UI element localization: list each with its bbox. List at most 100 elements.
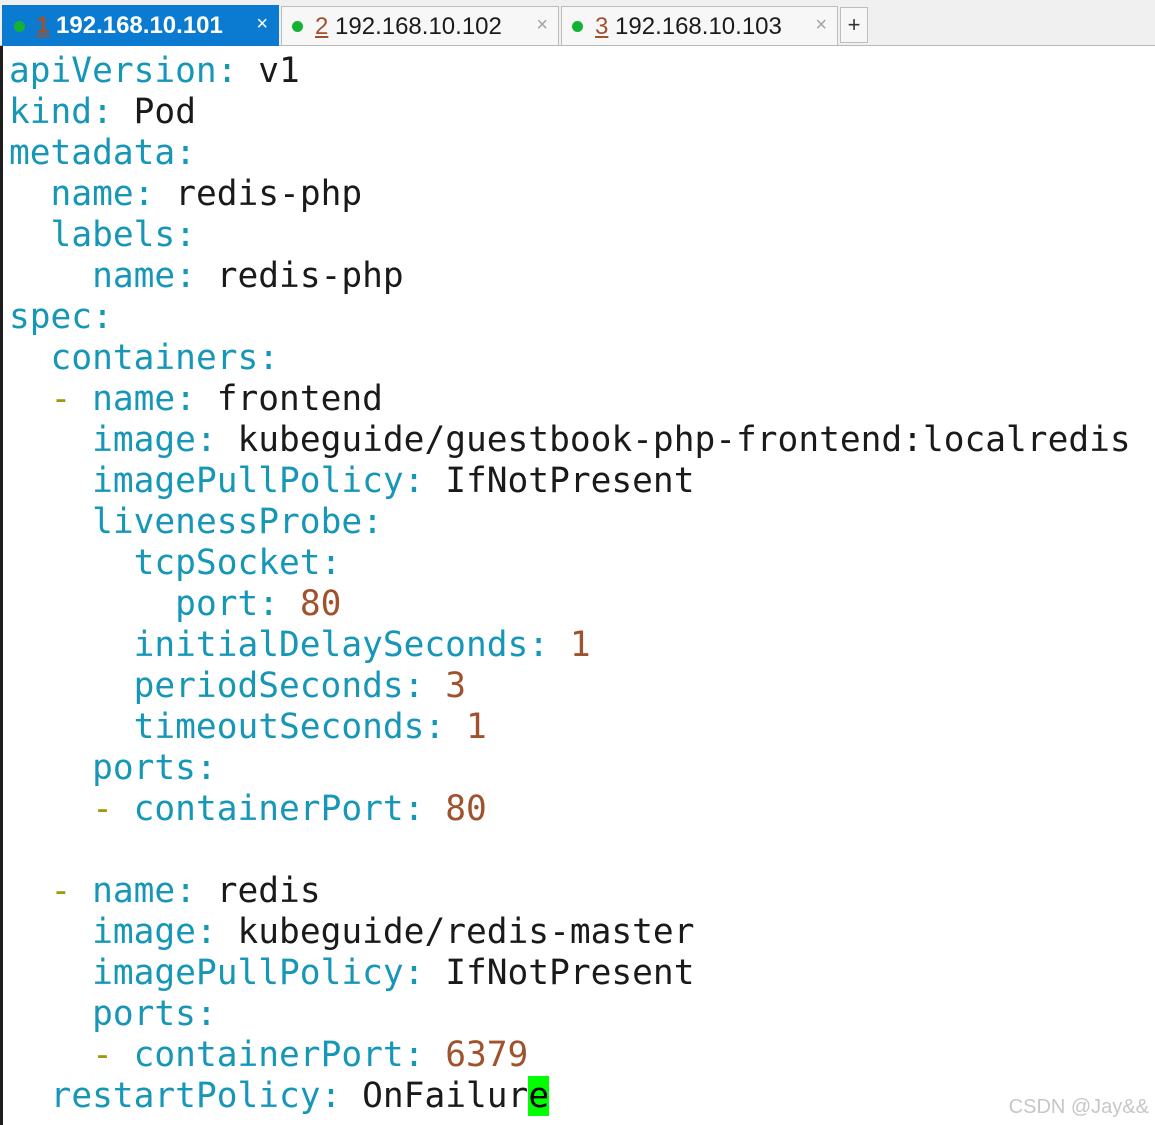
yaml-separator [424, 666, 445, 706]
yaml-value: IfNotPresent [445, 953, 695, 993]
yaml-key: initialDelaySeconds [133, 625, 529, 665]
connected-status-icon [572, 21, 583, 32]
yaml-separator [549, 625, 570, 665]
yaml-colon: : [175, 379, 196, 419]
tab-host: 192.168.10.102 [328, 13, 502, 40]
yaml-key: apiVersion [9, 51, 217, 91]
yaml-indent [9, 994, 92, 1034]
yaml-value: 80 [299, 584, 342, 624]
yaml-key: livenessProbe [92, 502, 363, 542]
connected-status-icon [14, 21, 25, 32]
terminal-area[interactable]: apiVersion: v1 kind: Pod metadata: name: r… [0, 46, 1155, 1125]
tab-session-2[interactable]: 2 192.168.10.102 × [281, 6, 559, 45]
yaml-key: name [92, 871, 176, 911]
yaml-colon: : [403, 789, 425, 829]
yaml-key: labels [50, 215, 176, 255]
yaml-separator [113, 92, 134, 132]
yaml-value: 6379 [445, 1035, 529, 1075]
yaml-line: labels: [9, 215, 1131, 256]
yaml-indent [9, 256, 92, 296]
yaml-line: periodSeconds: 3 [9, 666, 1131, 707]
yaml-indent [9, 420, 92, 460]
yaml-line: restartPolicy: OnFailure [9, 1076, 1131, 1117]
yaml-separator [424, 1035, 445, 1075]
yaml-key: restartPolicy [50, 1076, 321, 1116]
yaml-line: image: kubeguide/redis-master [9, 912, 1131, 953]
yaml-line: metadata: [9, 133, 1131, 174]
yaml-key: containerPort [133, 789, 404, 829]
close-icon[interactable]: × [536, 11, 548, 39]
yaml-key: image [92, 420, 196, 460]
yaml-value: Pod [133, 92, 196, 132]
yaml-colon: : [175, 256, 196, 296]
yaml-value: frontend [216, 379, 383, 419]
yaml-colon: : [216, 51, 238, 91]
yaml-key: containerPort [133, 1035, 404, 1075]
yaml-colon: : [92, 92, 113, 132]
yaml-value: 3 [445, 666, 466, 706]
yaml-indent [9, 953, 92, 993]
yaml-key: imagePullPolicy [92, 953, 404, 993]
yaml-colon: : [133, 174, 155, 214]
tab-number: 2 [315, 13, 329, 40]
yaml-line: name: redis-php [9, 174, 1131, 215]
yaml-indent [9, 502, 92, 542]
yaml-colon: : [528, 625, 550, 665]
yaml-separator [279, 584, 300, 624]
yaml-separator [424, 461, 445, 501]
yaml-separator [217, 912, 238, 952]
yaml-list-dash: - [92, 1035, 134, 1075]
yaml-line: livenessProbe: [9, 502, 1131, 543]
yaml-separator [341, 1076, 362, 1116]
yaml-colon: : [195, 912, 217, 952]
yaml-key: name [92, 256, 176, 296]
tab-label: 3 192.168.10.103 [595, 13, 782, 41]
yaml-indent [9, 584, 175, 624]
yaml-colon: : [92, 297, 113, 337]
yaml-line: - containerPort: 80 [9, 789, 1131, 830]
yaml-colon: : [403, 1035, 425, 1075]
yaml-line: tcpSocket: [9, 543, 1131, 584]
tab-session-1[interactable]: 1 192.168.10.101 × [2, 5, 279, 46]
yaml-value: redis-php [175, 174, 363, 214]
yaml-colon: : [195, 994, 217, 1034]
yaml-colon: : [258, 338, 280, 378]
tab-number: 3 [595, 13, 609, 40]
text-cursor: e [528, 1076, 550, 1116]
yaml-list-dash: - [50, 871, 93, 911]
yaml-line: imagePullPolicy: IfNotPresent [9, 953, 1131, 994]
yaml-colon: : [320, 1076, 342, 1116]
yaml-value: 1 [569, 625, 591, 665]
yaml-indent [9, 338, 51, 378]
yaml-key: kind [9, 92, 93, 132]
yaml-separator [196, 256, 217, 296]
yaml-key: periodSeconds [133, 666, 404, 706]
yaml-key: name [50, 174, 134, 214]
yaml-indent [9, 174, 51, 214]
close-icon[interactable]: × [256, 10, 268, 38]
yaml-key: image [92, 912, 196, 952]
yaml-indent [9, 748, 92, 788]
yaml-colon: : [175, 133, 196, 173]
yaml-key: name [92, 379, 176, 419]
tab-number: 1 [36, 12, 50, 39]
tab-session-3[interactable]: 3 192.168.10.103 × [561, 6, 838, 45]
yaml-separator [196, 871, 217, 911]
yaml-colon: : [195, 420, 217, 460]
close-icon[interactable]: × [815, 11, 827, 39]
yaml-separator [238, 51, 259, 91]
connected-status-icon [292, 21, 303, 32]
yaml-editor-text[interactable]: apiVersion: v1 kind: Pod metadata: name: r… [9, 51, 1131, 1117]
yaml-value: 80 [445, 789, 487, 829]
yaml-key: spec [9, 297, 93, 337]
yaml-line: ports: [9, 748, 1131, 789]
tab-label: 2 192.168.10.102 [315, 13, 502, 41]
yaml-separator [154, 174, 175, 214]
yaml-indent [9, 215, 51, 255]
new-tab-button[interactable]: + [840, 7, 868, 43]
yaml-colon: : [403, 953, 425, 993]
yaml-key: imagePullPolicy [92, 461, 404, 501]
yaml-colon: : [403, 666, 425, 706]
yaml-indent [9, 707, 134, 747]
yaml-line: initialDelaySeconds: 1 [9, 625, 1131, 666]
